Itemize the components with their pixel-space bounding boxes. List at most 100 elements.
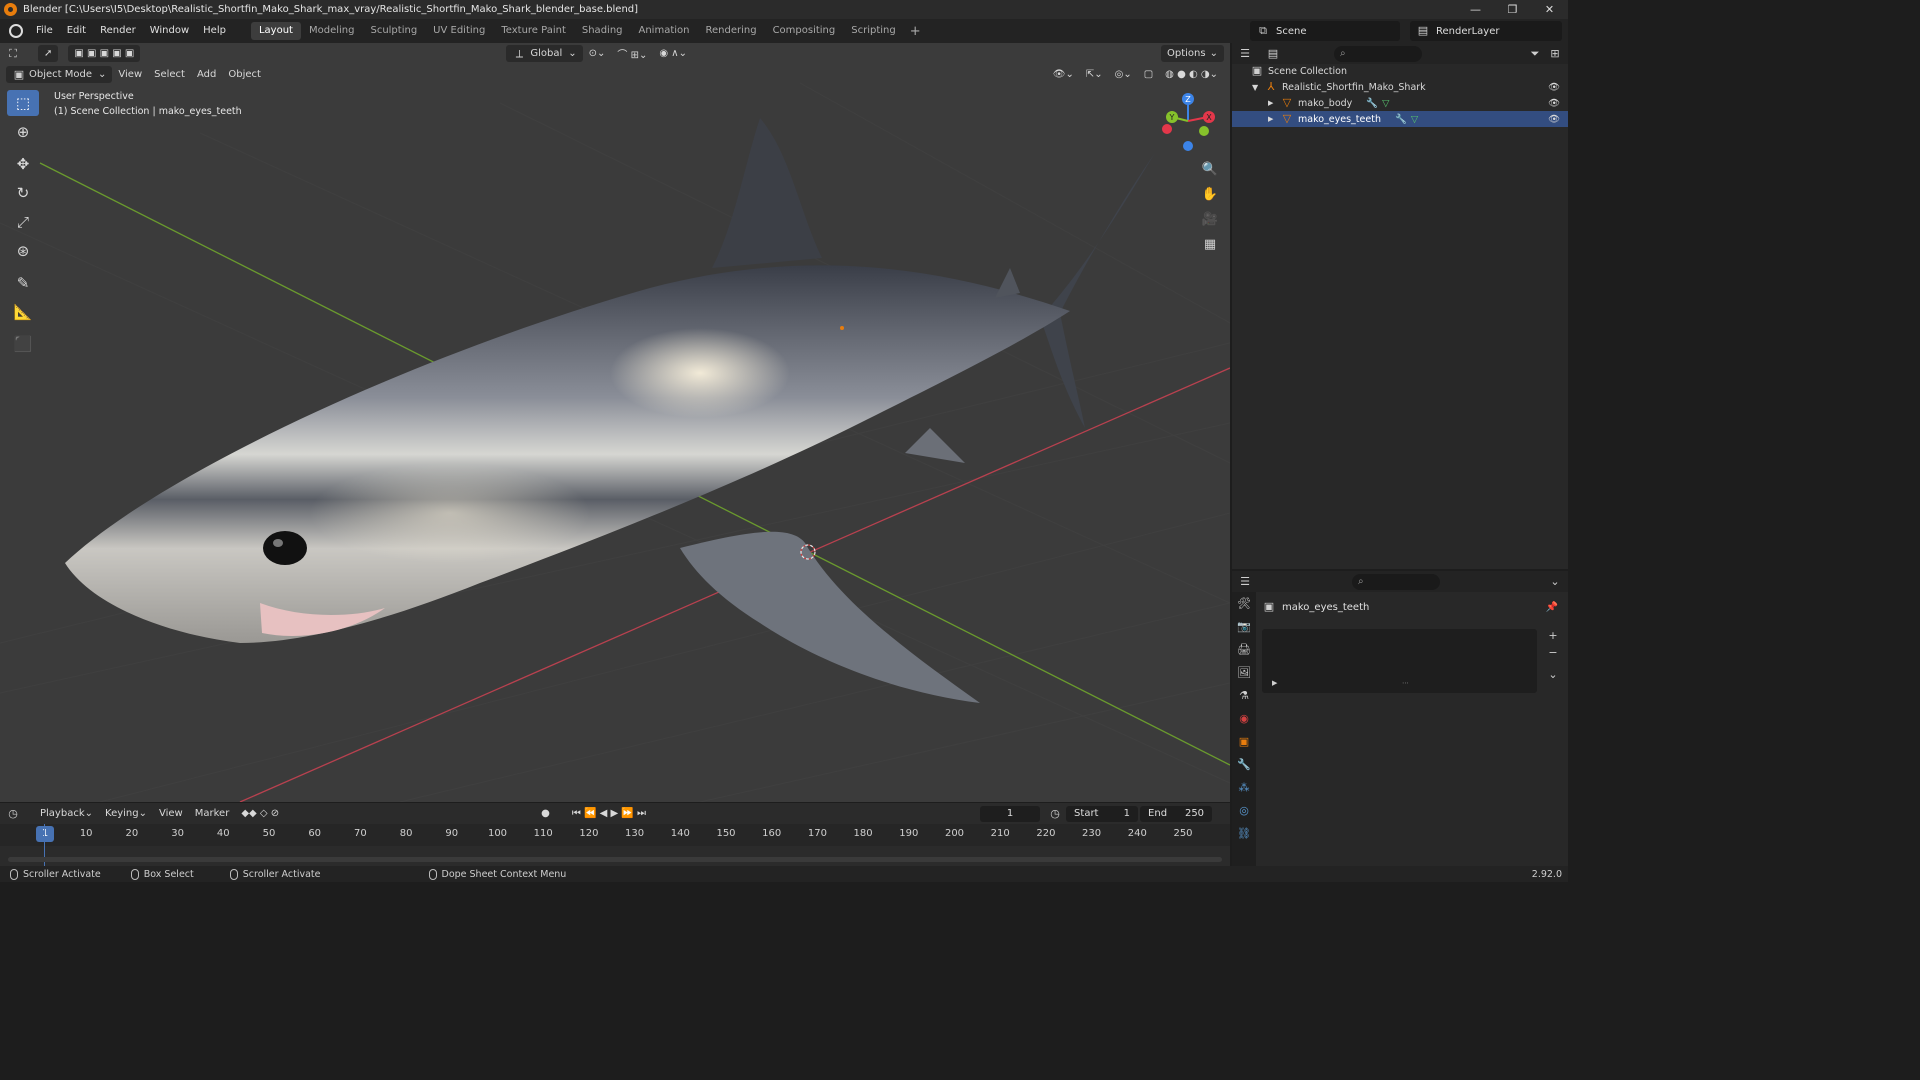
eye-icon[interactable]: 👁 bbox=[1548, 82, 1560, 93]
view-layer-selector[interactable]: ▤ RenderLayer bbox=[1410, 21, 1562, 41]
navigation-gizmo[interactable]: Z X Y bbox=[1160, 91, 1220, 151]
menu-add[interactable]: Add bbox=[191, 66, 222, 83]
render-tab-icon[interactable]: 📷 bbox=[1232, 615, 1256, 638]
filter-icon[interactable]: ⏷ bbox=[1528, 47, 1542, 61]
chevron-down-icon[interactable]: ⌄ bbox=[1548, 575, 1562, 589]
add-cube-tool-icon[interactable]: ⬛ bbox=[7, 331, 39, 357]
output-tab-icon[interactable]: 🖨 bbox=[1232, 638, 1256, 661]
properties-search-input[interactable]: ⌕ bbox=[1352, 573, 1440, 590]
tab-sculpting[interactable]: Sculpting bbox=[362, 22, 425, 40]
expand-arrow-icon[interactable]: ▶ bbox=[1272, 679, 1277, 687]
annotate-tool-icon[interactable]: ✎ bbox=[7, 270, 39, 296]
end-frame-field[interactable]: End 250 bbox=[1140, 805, 1213, 822]
tab-shading[interactable]: Shading bbox=[574, 22, 631, 40]
physics-tab-icon[interactable]: ◎ bbox=[1232, 799, 1256, 822]
particles-tab-icon[interactable]: ⁂ bbox=[1232, 776, 1256, 799]
options-dropdown[interactable]: Options ⌄ bbox=[1161, 45, 1224, 62]
tab-scripting[interactable]: Scripting bbox=[843, 22, 903, 40]
remove-icon[interactable]: − bbox=[1546, 646, 1560, 660]
menu-edit[interactable]: Edit bbox=[60, 19, 93, 43]
record-icon[interactable]: ● bbox=[535, 805, 556, 822]
menu-object[interactable]: Object bbox=[222, 66, 267, 83]
outliner-search-input[interactable]: ⌕ bbox=[1334, 45, 1422, 62]
snap-icon[interactable]: ⌒ ⊞⌄ bbox=[611, 45, 653, 62]
measure-tool-icon[interactable]: 📐 bbox=[7, 299, 39, 325]
display-mode-icon[interactable]: ▤ bbox=[1266, 47, 1280, 61]
object-tab-icon[interactable]: ▣ bbox=[1232, 730, 1256, 753]
pan-hand-icon[interactable]: ✋ bbox=[1199, 183, 1221, 205]
tab-animation[interactable]: Animation bbox=[631, 22, 698, 40]
clock-icon[interactable]: ◷ bbox=[1048, 807, 1062, 821]
resize-handle-icon[interactable]: ⋯ bbox=[1402, 679, 1409, 687]
menu-window[interactable]: Window bbox=[143, 19, 196, 43]
tab-modeling[interactable]: Modeling bbox=[301, 22, 363, 40]
ortho-grid-icon[interactable]: ▦ bbox=[1199, 233, 1221, 255]
eye-icon[interactable]: 👁 bbox=[1548, 114, 1560, 125]
keyframe-icons[interactable]: ◆◆ ◇ ⊘ bbox=[235, 805, 285, 822]
selection-mode-icons[interactable]: ▣ ▣ ▣ ▣ ▣ bbox=[68, 45, 141, 62]
menu-view[interactable]: View bbox=[112, 66, 148, 83]
move-tool-icon[interactable]: ✥ bbox=[7, 151, 39, 177]
timeline-scrollbar[interactable] bbox=[8, 857, 1222, 862]
select-tool-icon[interactable]: ➚ bbox=[38, 45, 59, 62]
menu-select[interactable]: Select bbox=[148, 66, 191, 83]
start-frame-field[interactable]: Start 1 bbox=[1066, 805, 1139, 822]
zoom-icon[interactable]: 🔍 bbox=[1199, 158, 1221, 180]
modifier-wrench-icon[interactable]: 🔧 bbox=[1395, 114, 1407, 125]
shark-model[interactable] bbox=[65, 118, 1155, 703]
pin-icon[interactable]: 📌 bbox=[1546, 602, 1558, 613]
menu-keying[interactable]: Keying ⌄ bbox=[99, 805, 153, 822]
modifier-wrench-icon[interactable]: 🔧 bbox=[1366, 98, 1378, 109]
cursor-tool-icon[interactable]: ⊕ bbox=[7, 119, 39, 145]
add-icon[interactable]: + bbox=[1546, 629, 1560, 643]
expand-arrow-icon[interactable]: ▶ bbox=[1268, 115, 1280, 123]
transform-orientation-dropdown[interactable]: ⟂ Global ⌄ bbox=[506, 45, 583, 62]
maximize-button[interactable]: ❐ bbox=[1494, 0, 1531, 19]
playback-controls-icons[interactable]: ⏮ ⏪ ◀ ▶ ⏩ ⏭ bbox=[566, 805, 652, 822]
rotate-tool-icon[interactable]: ↻ bbox=[7, 180, 39, 206]
constraints-tab-icon[interactable]: ⛓ bbox=[1232, 822, 1256, 845]
tab-rendering[interactable]: Rendering bbox=[697, 22, 764, 40]
close-button[interactable]: ✕ bbox=[1531, 0, 1568, 19]
tab-layout[interactable]: Layout bbox=[250, 22, 301, 40]
scene-selector[interactable]: ⧉ Scene bbox=[1250, 21, 1400, 41]
blender-menu-icon[interactable] bbox=[9, 24, 23, 38]
camera-view-icon[interactable]: 🎥 bbox=[1199, 208, 1221, 230]
view-layer-tab-icon[interactable]: 🖼 bbox=[1232, 661, 1256, 684]
world-tab-icon[interactable]: ◉ bbox=[1232, 707, 1256, 730]
select-box-tool-icon[interactable]: ⬚ bbox=[7, 90, 39, 116]
tool-tab-icon[interactable]: 🛠 bbox=[1232, 592, 1256, 615]
outliner-row-mako-eyes-teeth[interactable]: ▶ ▽ mako_eyes_teeth 🔧 ▽ 👁 bbox=[1232, 111, 1568, 127]
menu-playback[interactable]: Playback ⌄ bbox=[34, 805, 99, 822]
3d-viewport[interactable]: ⛶ ➚ ▣ ▣ ▣ ▣ ▣ ⟂ Global ⌄ ⊙⌄ ⌒ ⊞⌄ ◉ ∧⌄ Op… bbox=[0, 43, 1230, 802]
editor-type-icon[interactable]: ⛶ bbox=[6, 47, 20, 61]
tab-texture-paint[interactable]: Texture Paint bbox=[493, 22, 574, 40]
properties-editor-icon[interactable]: ☰ bbox=[1238, 575, 1252, 589]
tab-compositing[interactable]: Compositing bbox=[765, 22, 844, 40]
xray-toggle-icon[interactable]: ▢ bbox=[1138, 66, 1159, 83]
scene-tab-icon[interactable]: ⚗ bbox=[1232, 684, 1256, 707]
menu-render[interactable]: Render bbox=[93, 19, 143, 43]
mesh-data-icon[interactable]: ▽ bbox=[1411, 114, 1418, 125]
timeline-ruler[interactable]: 1 10 20 30 40 50 60 70 80 90 100 110 120 130 140 150 16… bbox=[0, 824, 1230, 846]
mode-dropdown[interactable]: ▣ Object Mode ⌄ bbox=[6, 66, 113, 83]
minimize-button[interactable]: — bbox=[1457, 0, 1494, 19]
expand-arrow-icon[interactable]: ▼ bbox=[1252, 83, 1264, 92]
tab-uv-editing[interactable]: UV Editing bbox=[425, 22, 493, 40]
mesh-data-icon[interactable]: ▽ bbox=[1382, 98, 1389, 109]
add-workspace-icon[interactable]: + bbox=[904, 24, 927, 39]
proportional-edit-icon[interactable]: ◉ ∧⌄ bbox=[653, 45, 693, 62]
expand-arrow-icon[interactable]: ▶ bbox=[1268, 99, 1280, 107]
outliner-row-collection[interactable]: ▼ ⅄ Realistic_Shortfin_Mako_Shark 👁 bbox=[1232, 79, 1568, 95]
transform-tool-icon[interactable]: ⊛ bbox=[7, 238, 39, 264]
timeline-editor-icon[interactable]: ◷ bbox=[6, 807, 20, 821]
gizmo-toggle-icon[interactable]: ⇱⌄ bbox=[1080, 66, 1109, 83]
modifier-tab-icon[interactable]: 🔧 bbox=[1232, 753, 1256, 776]
scale-tool-icon[interactable]: ⤢ bbox=[7, 209, 39, 235]
menu-help[interactable]: Help bbox=[196, 19, 233, 43]
new-collection-icon[interactable]: ⊞ bbox=[1548, 47, 1562, 61]
menu-file[interactable]: File bbox=[29, 19, 60, 43]
outliner-row-scene-collection[interactable]: ▣ Scene Collection bbox=[1232, 63, 1568, 79]
chevron-down-icon[interactable]: ⌄ bbox=[1546, 668, 1560, 682]
current-frame-field[interactable]: 1 bbox=[980, 805, 1041, 822]
